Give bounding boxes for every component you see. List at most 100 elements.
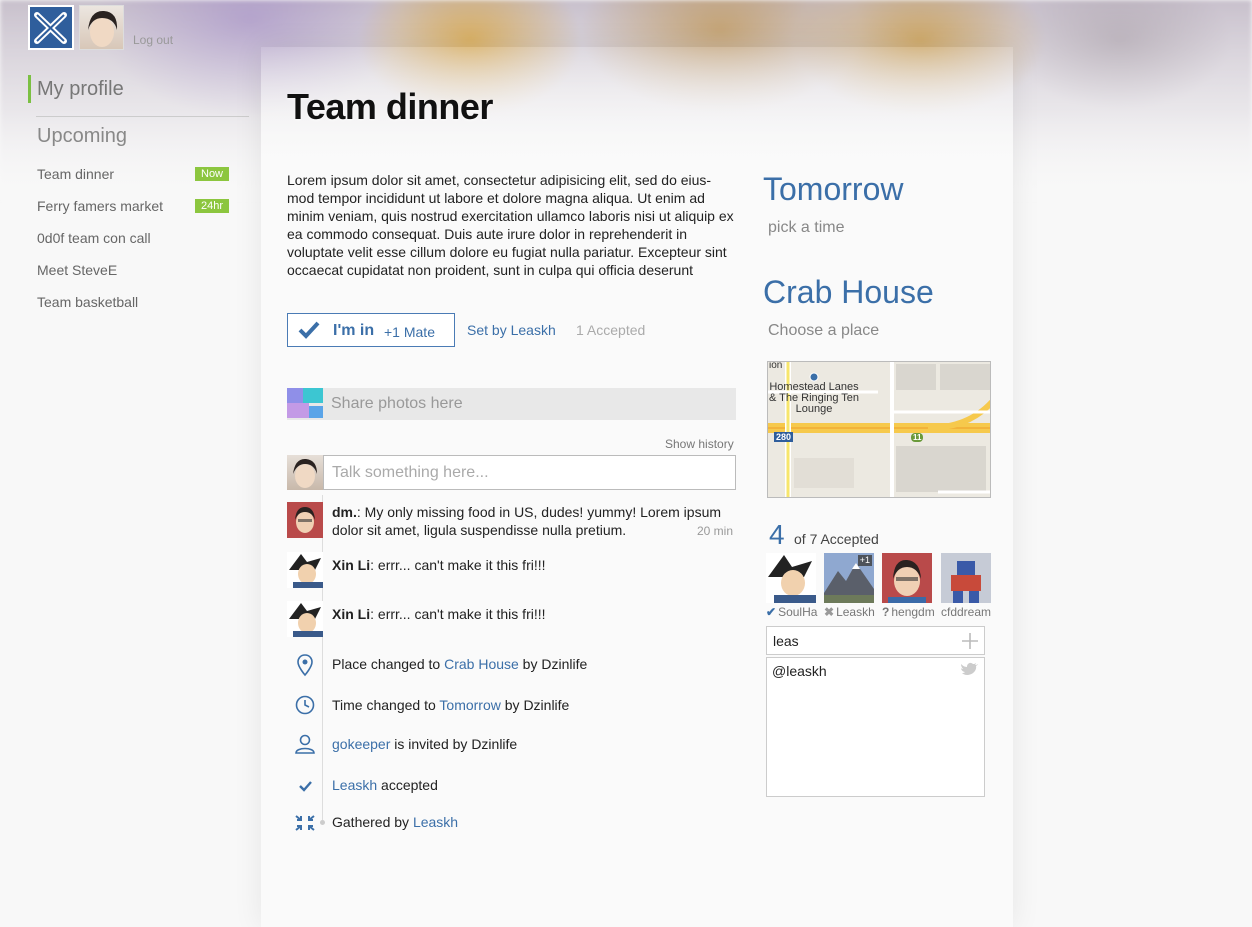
photo-collage-icon	[287, 388, 323, 418]
message-body: : My only missing food in US, dudes! yum…	[332, 504, 722, 538]
invitee-link[interactable]: gokeeper	[332, 736, 390, 752]
participant[interactable]: cfddream	[941, 553, 991, 619]
message-avatar[interactable]	[287, 552, 323, 588]
message-text: Xin Li: errr... can't make it this fri!!…	[332, 556, 732, 574]
accepted-status-icon: ✔	[766, 605, 777, 619]
activity-text: accepted	[377, 777, 438, 793]
user-avatar[interactable]	[79, 5, 124, 50]
timeline-end-dot	[320, 820, 325, 825]
event-name: Team dinner	[37, 166, 115, 182]
participant[interactable]: +1 ✖ Leaskh	[824, 553, 875, 619]
message-body: : errr... can't make it this fri!!!	[370, 557, 546, 573]
participant-label: hengdm	[891, 605, 935, 619]
participant-avatar	[941, 553, 991, 603]
participant-avatar: +1	[824, 553, 874, 603]
location-pin-icon	[297, 654, 313, 677]
upcoming-heading: Upcoming	[37, 125, 128, 147]
event-description[interactable]: Lorem ipsum dolor sit amet, consectetur …	[287, 171, 737, 279]
participant[interactable]: ? hengdm	[882, 553, 935, 619]
message-avatar[interactable]	[287, 502, 323, 538]
time-link[interactable]: Tomorrow	[439, 697, 500, 713]
avatar-face-icon	[293, 458, 317, 488]
participant-label: SoulHa	[778, 605, 818, 619]
sidebar-event-con-call[interactable]: 0d0f team con call	[28, 222, 250, 254]
activity-accepted: Leaskh accepted	[332, 777, 438, 793]
participant-avatar	[882, 553, 932, 603]
choose-place-link[interactable]: Choose a place	[768, 322, 879, 340]
message-author[interactable]: Xin Li	[332, 606, 370, 622]
sidebar-event-meet-stevee[interactable]: Meet SteveE	[28, 254, 250, 286]
logo-cross-icon	[34, 12, 67, 44]
avatar-face-icon	[287, 502, 323, 538]
participant-name: ? hengdm	[882, 605, 935, 619]
set-by-link[interactable]: Set by Leaskh	[467, 322, 556, 338]
accepted-number: 4	[769, 519, 785, 550]
person-icon	[295, 734, 315, 754]
event-time[interactable]: Tomorrow	[763, 171, 903, 208]
route-shield: 11	[911, 433, 924, 442]
activity-text: Place changed to	[332, 656, 445, 672]
participant-name: ✖ Leaskh	[824, 605, 875, 619]
checkmark-icon	[298, 321, 320, 339]
map-place-label: Homestead Lanes & The Ringing Ten Lounge	[768, 381, 860, 415]
avatar-face-icon	[88, 10, 118, 47]
place-link[interactable]: Crab House	[444, 656, 519, 672]
sidebar-event-team-dinner[interactable]: Team dinner Now	[28, 158, 250, 190]
message-text: dm.: My only missing food in US, dudes! …	[332, 503, 732, 539]
gather-arrows-icon	[295, 815, 315, 831]
event-place[interactable]: Crab House	[763, 274, 934, 311]
declined-status-icon: ✖	[824, 605, 835, 619]
checkmark-icon	[299, 781, 312, 792]
logout-link[interactable]: Log out	[133, 33, 173, 47]
message-avatar[interactable]	[287, 601, 323, 637]
add-icon[interactable]	[960, 631, 980, 651]
clock-icon	[295, 695, 315, 715]
plus-one-badge: +1	[857, 555, 872, 566]
event-name: Meet SteveE	[37, 262, 118, 278]
show-history-link[interactable]: Show history	[665, 437, 734, 451]
participant-name: cfddream	[941, 605, 991, 619]
activity-text: by Dzinlife	[518, 656, 588, 672]
comment-avatar	[287, 455, 323, 490]
sidebar-divider	[36, 116, 249, 117]
participant[interactable]: ✔ SoulHa	[766, 553, 818, 619]
sidebar: My profile Upcoming Team dinner Now Ferr…	[28, 75, 250, 318]
sidebar-event-ferry-market[interactable]: Ferry famers market 24hr	[28, 190, 250, 222]
suggestion-item[interactable]: @leaskh	[772, 663, 827, 679]
activity-gathered: Gathered by Leaskh	[332, 814, 458, 830]
pick-time-link[interactable]: pick a time	[768, 219, 844, 237]
accepted-user-link[interactable]: Leaskh	[332, 777, 377, 793]
activity-text: is invited by Dzinlife	[390, 736, 518, 752]
invite-suggestions: @leaskh	[766, 657, 985, 797]
comment-input[interactable]	[323, 455, 736, 490]
message-text: Xin Li: errr... can't make it this fri!!…	[332, 605, 732, 623]
event-badge-now: Now	[195, 167, 230, 181]
activity-invited: gokeeper is invited by Dzinlife	[332, 736, 517, 752]
participant-name: ✔ SoulHa	[766, 605, 818, 619]
highway-shield: 280	[774, 432, 794, 442]
app-logo[interactable]	[28, 5, 74, 50]
message-author[interactable]: dm.	[332, 504, 357, 520]
activity-text: Time changed to	[332, 697, 440, 713]
sidebar-event-team-basketball[interactable]: Team basketball	[28, 286, 250, 318]
participant-label: Leaskh	[836, 605, 875, 619]
sidebar-item-my-profile[interactable]: My profile	[28, 75, 250, 103]
map-label: ion	[769, 361, 783, 371]
location-map[interactable]: ion Homestead Lanes & The Ringing Ten Lo…	[767, 361, 991, 498]
gatherer-link[interactable]: Leaskh	[413, 814, 458, 830]
message-time: 20 min	[697, 524, 734, 538]
plus-mate-label[interactable]: +1 Mate	[384, 324, 435, 340]
event-name: Ferry famers market	[37, 198, 164, 214]
event-badge-24hr: 24hr	[195, 199, 230, 213]
avatar-face-icon	[766, 553, 816, 603]
event-title[interactable]: Team dinner	[287, 86, 493, 128]
robot-avatar-icon	[941, 553, 991, 603]
activity-text: by Dzinlife	[500, 697, 570, 713]
share-photos-bar[interactable]: Share photos here	[287, 388, 736, 420]
invite-input[interactable]	[766, 626, 985, 655]
message-author[interactable]: Xin Li	[332, 557, 370, 573]
avatar-face-icon	[882, 553, 932, 603]
activity-time-changed: Time changed to Tomorrow by Dzinlife	[332, 697, 569, 713]
twitter-icon	[961, 662, 978, 675]
im-in-button[interactable]: I'm in +1 Mate	[287, 313, 455, 347]
